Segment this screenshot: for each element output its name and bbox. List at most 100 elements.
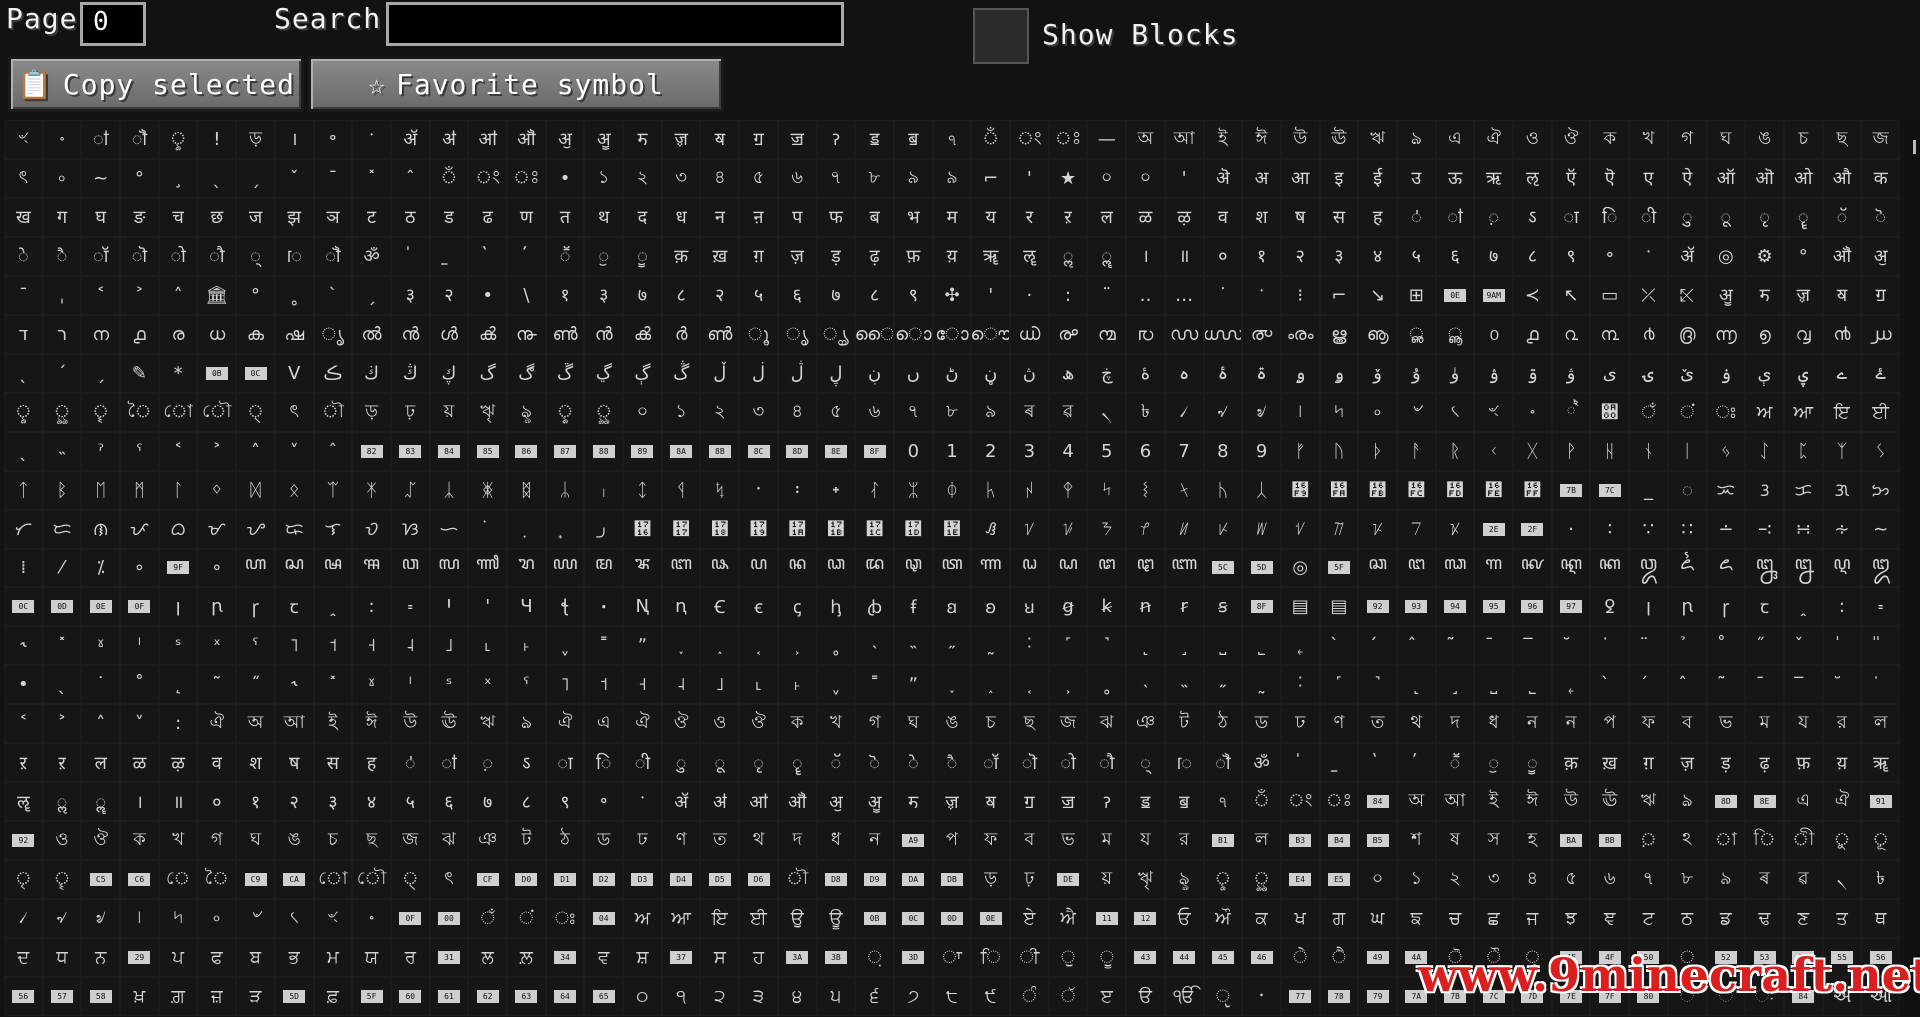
- symbol-cell[interactable]: ۇ: [1396, 353, 1436, 393]
- symbol-cell[interactable]: ᜡ: [1048, 509, 1088, 549]
- symbol-cell[interactable]: ঐ: [545, 704, 585, 744]
- symbol-cell[interactable]: ᛺: [1319, 470, 1359, 510]
- symbol-cell[interactable]: 0F: [390, 899, 430, 939]
- symbol-cell[interactable]: ॐ: [352, 236, 391, 276]
- symbol-cell[interactable]: ́: [1629, 665, 1668, 705]
- symbol-cell[interactable]: ২: [623, 158, 662, 198]
- symbol-cell[interactable]: थ: [584, 197, 624, 237]
- symbol-cell[interactable]: ۂ: [1203, 353, 1243, 393]
- symbol-cell[interactable]: ڭ: [390, 353, 430, 393]
- symbol-cell[interactable]: ੵ: [1203, 977, 1243, 1016]
- symbol-cell[interactable]: ᛊ: [1861, 431, 1900, 471]
- symbol-cell[interactable]: ★: [1048, 158, 1088, 198]
- symbol-cell[interactable]: ণ: [1319, 704, 1359, 744]
- symbol-cell[interactable]: 78: [1319, 977, 1359, 1016]
- symbol-cell[interactable]: ਧ: [42, 938, 82, 978]
- symbol-cell[interactable]: ५: [390, 782, 430, 822]
- symbol-cell[interactable]: ꞉: [352, 587, 391, 627]
- symbol-cell[interactable]: ਊ: [816, 899, 856, 939]
- symbol-cell[interactable]: ˦: [313, 626, 353, 666]
- symbol-cell[interactable]: ্: [390, 860, 430, 900]
- symbol-cell[interactable]: দ: [1435, 704, 1475, 744]
- symbol-cell[interactable]: ꦡ: [893, 548, 933, 588]
- symbol-cell[interactable]: ꞅ: [236, 587, 275, 627]
- symbol-cell[interactable]: ˼: [1435, 665, 1475, 705]
- symbol-cell[interactable]: ᛻: [1358, 470, 1397, 510]
- symbol-cell[interactable]: ہ: [1164, 353, 1204, 393]
- symbol-cell[interactable]: ᛹: [1280, 470, 1320, 510]
- symbol-cell[interactable]: ꦯ: [352, 548, 391, 588]
- symbol-cell[interactable]: ਁ: [1629, 392, 1668, 432]
- symbol-cell[interactable]: ॸ: [623, 120, 662, 159]
- symbol-cell[interactable]: ᛢ: [390, 470, 430, 510]
- symbol-cell[interactable]: ॆ: [855, 743, 894, 783]
- symbol-cell[interactable]: 29: [120, 938, 159, 978]
- symbol-cell[interactable]: ᜥ: [1203, 509, 1243, 549]
- symbol-cell[interactable]: ६: [1435, 236, 1475, 276]
- symbol-cell[interactable]: অ: [1396, 782, 1436, 822]
- symbol-cell[interactable]: ঊ: [429, 704, 469, 744]
- symbol-cell[interactable]: ॑: [1280, 743, 1320, 783]
- symbol-cell[interactable]: ᜦ: [1242, 509, 1281, 549]
- symbol-cell[interactable]: D0: [507, 860, 546, 900]
- symbol-cell[interactable]: ড়: [971, 860, 1011, 900]
- symbol-cell[interactable]: ڹ: [855, 353, 894, 393]
- symbol-cell[interactable]: ग़: [739, 236, 778, 276]
- symbol-cell[interactable]: ꞩ: [1203, 587, 1243, 627]
- symbol-cell[interactable]: 8: [1203, 431, 1243, 471]
- symbol-cell[interactable]: ਗ: [1319, 899, 1359, 939]
- symbol-cell[interactable]: ᛸ: [1242, 470, 1281, 510]
- symbol-cell[interactable]: ൡ: [1358, 314, 1397, 354]
- symbol-cell[interactable]: ষ: [1435, 821, 1475, 861]
- symbol-cell[interactable]: ੩: [739, 977, 778, 1016]
- symbol-cell[interactable]: ॱ: [352, 120, 391, 159]
- symbol-cell[interactable]: ৯: [893, 158, 933, 198]
- scrollbar-thumb[interactable]: [1913, 140, 1916, 154]
- symbol-cell[interactable]: ৰ: [1010, 392, 1049, 432]
- symbol-cell[interactable]: ৩: [1474, 860, 1514, 900]
- symbol-cell[interactable]: ॾ: [1126, 782, 1165, 822]
- symbol-cell[interactable]: ൽ: [352, 314, 391, 354]
- symbol-cell[interactable]: ম: [1087, 821, 1127, 861]
- symbol-cell[interactable]: A9: [893, 821, 933, 861]
- symbol-cell[interactable]: ́: [1358, 626, 1397, 666]
- symbol-cell[interactable]: ꦩ: [584, 548, 624, 588]
- symbol-cell[interactable]: द: [623, 197, 662, 237]
- symbol-cell[interactable]: ऒ: [1745, 158, 1784, 198]
- symbol-cell[interactable]: D4: [661, 860, 701, 900]
- symbol-cell[interactable]: ਆ: [1783, 392, 1823, 432]
- symbol-cell[interactable]: ꦓ: [1435, 548, 1475, 588]
- symbol-cell[interactable]: १: [236, 782, 275, 822]
- symbol-cell[interactable]: ৭: [816, 158, 856, 198]
- symbol-cell[interactable]: ᜟ: [971, 509, 1011, 549]
- symbol-cell[interactable]: ঐ: [1822, 782, 1862, 822]
- symbol-cell[interactable]: ৫: [1551, 860, 1591, 900]
- symbol-cell[interactable]: ਇ: [700, 899, 740, 939]
- symbol-cell[interactable]: ਂ: [507, 899, 546, 939]
- symbol-cell[interactable]: ˪: [468, 626, 508, 666]
- symbol-cell[interactable]: ॣ: [1087, 236, 1127, 276]
- symbol-cell[interactable]: ़: [468, 743, 508, 783]
- symbol-cell[interactable]: ॠ: [971, 236, 1011, 276]
- symbol-cell[interactable]: ൣ: [1435, 314, 1475, 354]
- symbol-cell[interactable]: ∼: [1861, 509, 1900, 549]
- symbol-cell[interactable]: ऺ: [390, 743, 430, 783]
- symbol-cell[interactable]: ॷ: [855, 782, 894, 822]
- symbol-cell[interactable]: ਚ: [1435, 899, 1475, 939]
- symbol-cell[interactable]: ३: [390, 275, 430, 315]
- symbol-cell[interactable]: ਮ: [313, 938, 353, 978]
- symbol-cell[interactable]: २: [1280, 236, 1320, 276]
- symbol-cell[interactable]: ङ: [120, 197, 159, 237]
- symbol-cell[interactable]: ᜐ: [390, 509, 430, 549]
- symbol-cell[interactable]: ট: [507, 821, 546, 861]
- symbol-cell[interactable]: ਅ: [1745, 392, 1784, 432]
- symbol-cell[interactable]: ≺: [1513, 275, 1552, 315]
- symbol-cell[interactable]: 86: [507, 431, 546, 471]
- symbol-cell[interactable]: D9: [855, 860, 894, 900]
- symbol-cell[interactable]: ᜛: [816, 509, 856, 549]
- symbol-cell[interactable]: ᜣ: [1126, 509, 1165, 549]
- symbol-cell[interactable]: ⁄: [42, 548, 82, 588]
- symbol-cell[interactable]: ⌐: [1319, 275, 1359, 315]
- symbol-cell[interactable]: ˎ: [4, 431, 43, 471]
- symbol-cell[interactable]: ˂: [158, 431, 198, 471]
